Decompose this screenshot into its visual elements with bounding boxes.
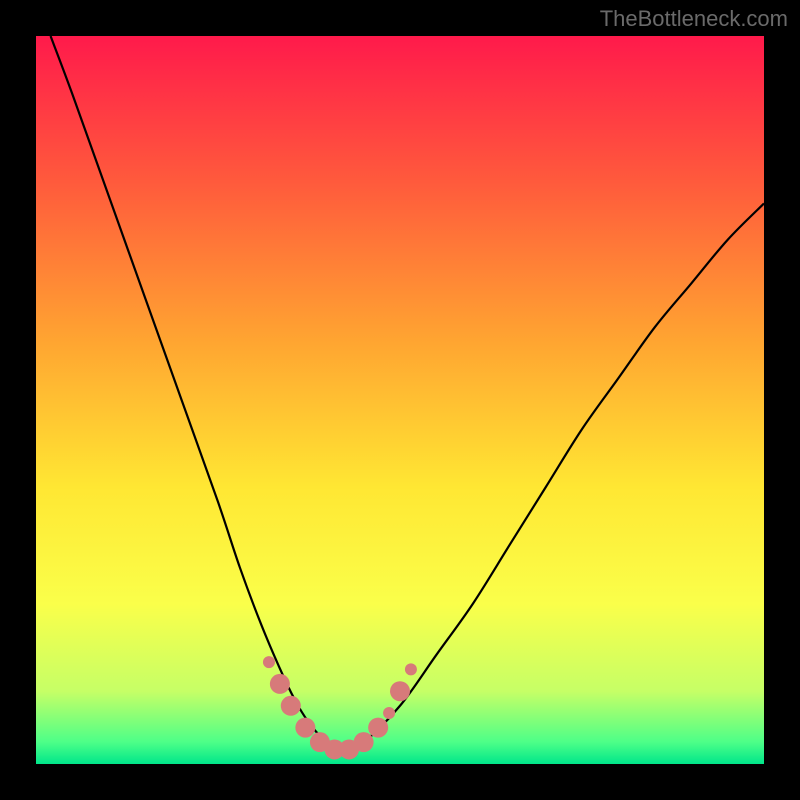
marker-dot	[405, 663, 417, 675]
marker-dot	[295, 718, 315, 738]
marker-dot	[263, 656, 275, 668]
marker-dot	[270, 674, 290, 694]
watermark: TheBottleneck.com	[600, 6, 788, 32]
chart-plot-area	[36, 36, 764, 764]
marker-dot	[281, 696, 301, 716]
marker-dot	[383, 707, 395, 719]
chart-svg	[36, 36, 764, 764]
marker-dot	[368, 718, 388, 738]
marker-dot	[390, 681, 410, 701]
marker-dot	[354, 732, 374, 752]
chart-background	[36, 36, 764, 764]
